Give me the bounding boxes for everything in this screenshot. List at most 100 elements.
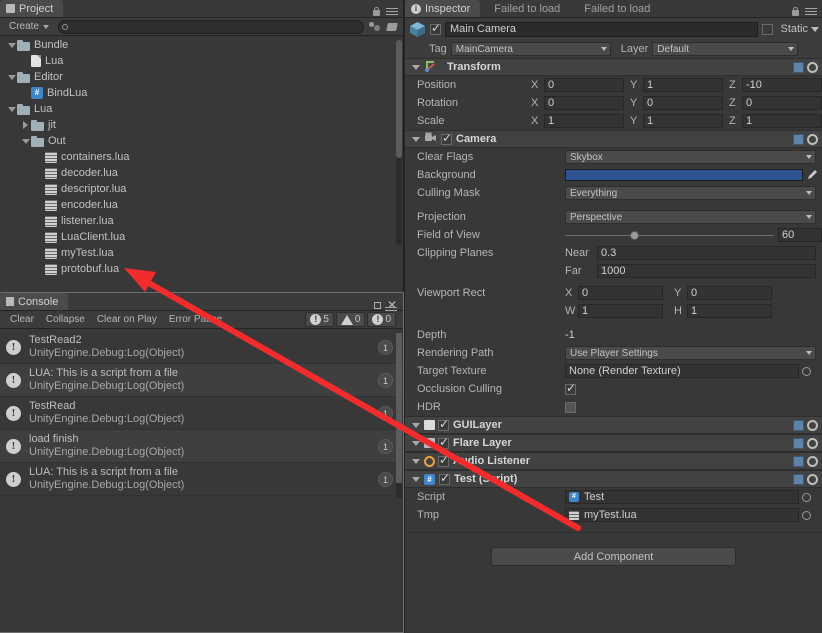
gear-icon[interactable] (807, 133, 818, 145)
component-enabled-checkbox[interactable] (438, 454, 449, 467)
gear-icon[interactable] (807, 419, 818, 431)
object-picker-icon[interactable] (802, 492, 811, 502)
test-script-component-header[interactable]: # Test (Script) (405, 470, 822, 488)
favorite-icon[interactable] (367, 20, 382, 34)
background-color-swatch[interactable] (565, 169, 803, 181)
foldout-arrow-icon[interactable] (7, 106, 16, 112)
depth-field[interactable]: -1 (565, 329, 575, 341)
hamburger-menu-icon[interactable] (386, 6, 398, 17)
project-tree[interactable]: Bundle Lua Editor # BindLua Lua jit Out … (0, 37, 403, 292)
projection-dropdown[interactable]: Perspective (565, 210, 816, 224)
component-enabled-checkbox[interactable] (438, 418, 449, 431)
chevron-down-icon[interactable] (811, 26, 819, 32)
tab-project[interactable]: Project (0, 0, 64, 17)
eyedropper-icon[interactable] (807, 168, 819, 183)
far-field[interactable]: 1000 (597, 264, 816, 278)
tab-inspector[interactable]: i Inspector (405, 0, 481, 17)
project-tree-item[interactable]: encoder.lua (0, 197, 403, 213)
console-scrollbar[interactable] (396, 333, 402, 498)
project-tree-item[interactable]: LuaClient.lua (0, 229, 403, 245)
static-checkbox[interactable] (762, 23, 774, 35)
transform-x-field[interactable]: 1 (544, 114, 624, 128)
console-log-entry[interactable]: ! load finish UnityEngine.Debug:Log(Obje… (0, 430, 403, 463)
viewport-h-field[interactable]: 1 (687, 304, 772, 318)
reference-icon[interactable] (793, 133, 804, 145)
foldout-arrow-icon[interactable] (412, 458, 420, 464)
transform-z-field[interactable]: -10 (742, 78, 822, 92)
target-texture-field[interactable]: None (Render Texture) (565, 364, 799, 378)
lock-icon[interactable] (791, 7, 800, 16)
clear-flags-dropdown[interactable]: Skybox (565, 150, 816, 164)
gear-icon[interactable] (807, 437, 818, 449)
reference-icon[interactable] (793, 455, 804, 467)
lock-icon[interactable] (372, 7, 381, 16)
reference-icon[interactable] (793, 437, 804, 449)
layer-dropdown[interactable]: Default (652, 42, 799, 56)
component-header[interactable]: Flare Layer (405, 434, 822, 452)
component-header[interactable]: GUILayer (405, 416, 822, 434)
console-log-entry[interactable]: ! LUA: This is a script from a file Unit… (0, 463, 403, 496)
camera-component-header[interactable]: Camera (405, 130, 822, 148)
culling-mask-dropdown[interactable]: Everything (565, 186, 816, 200)
create-button[interactable]: Create (3, 19, 55, 34)
project-tree-item[interactable]: myTest.lua (0, 245, 403, 261)
tmp-field[interactable]: myTest.lua (565, 508, 799, 522)
transform-z-field[interactable]: 1 (742, 114, 822, 128)
project-tree-item[interactable]: Bundle (0, 37, 403, 53)
transform-x-field[interactable]: 0 (544, 96, 624, 110)
test-script-enabled-checkbox[interactable] (439, 472, 450, 485)
reference-icon[interactable] (793, 419, 804, 431)
project-tree-item[interactable]: protobuf.lua (0, 261, 403, 277)
gear-icon[interactable] (807, 61, 818, 73)
component-enabled-checkbox[interactable] (438, 436, 449, 449)
transform-x-field[interactable]: 0 (544, 78, 624, 92)
console-log-entry[interactable]: ! TestRead UnityEngine.Debug:Log(Object)… (0, 397, 403, 430)
project-tree-item[interactable]: Editor (0, 69, 403, 85)
label-icon[interactable] (385, 20, 400, 34)
near-field[interactable]: 0.3 (597, 246, 816, 260)
project-tree-item[interactable]: Out (0, 133, 403, 149)
gameobject-enabled-checkbox[interactable] (430, 22, 441, 35)
project-tree-item[interactable]: decoder.lua (0, 165, 403, 181)
foldout-arrow-icon[interactable] (412, 136, 420, 142)
static-toggle-group[interactable]: Static (762, 23, 822, 35)
foldout-arrow-icon[interactable] (412, 422, 420, 428)
fov-slider[interactable] (565, 228, 774, 242)
foldout-arrow-icon[interactable] (7, 42, 16, 48)
clear-button[interactable]: Clear (4, 312, 40, 327)
error-count-badge[interactable]: ! 0 (367, 312, 396, 327)
info-count-badge[interactable]: ! 5 (305, 312, 334, 327)
clear-on-play-button[interactable]: Clear on Play (91, 312, 163, 327)
viewport-w-field[interactable]: 1 (578, 304, 663, 318)
transform-y-field[interactable]: 0 (643, 96, 723, 110)
foldout-arrow-icon[interactable] (412, 476, 420, 482)
transform-y-field[interactable]: 1 (643, 78, 723, 92)
script-field[interactable]: # Test (565, 490, 799, 504)
transform-component-header[interactable]: Transform (405, 58, 822, 76)
console-log-list[interactable]: ! TestRead2 UnityEngine.Debug:Log(Object… (0, 331, 403, 632)
reference-icon[interactable] (793, 473, 804, 485)
component-header[interactable]: Audio Listener (405, 452, 822, 470)
gear-icon[interactable] (807, 473, 818, 485)
reference-icon[interactable] (793, 61, 804, 73)
viewport-x-field[interactable]: 0 (578, 286, 663, 300)
project-tree-item[interactable]: containers.lua (0, 149, 403, 165)
object-picker-icon[interactable] (802, 510, 811, 520)
error-pause-button[interactable]: Error Pause (163, 312, 228, 327)
camera-enabled-checkbox[interactable] (441, 132, 452, 145)
transform-y-field[interactable]: 1 (643, 114, 723, 128)
collapse-button[interactable]: Collapse (40, 312, 91, 327)
project-tree-item[interactable]: Lua (0, 53, 403, 69)
project-tree-item[interactable]: jit (0, 117, 403, 133)
tab-failed-to-load-1[interactable]: Failed to load (488, 0, 570, 17)
tag-dropdown[interactable]: MainCamera (450, 42, 611, 56)
hdr-checkbox[interactable] (565, 401, 576, 413)
project-tree-item[interactable]: Lua (0, 101, 403, 117)
transform-z-field[interactable]: 0 (742, 96, 822, 110)
occlusion-culling-checkbox[interactable] (565, 382, 576, 395)
tab-failed-to-load-2[interactable]: Failed to load (578, 0, 660, 17)
gameobject-name-field[interactable]: Main Camera (445, 21, 759, 37)
search-input[interactable] (58, 19, 364, 34)
maximize-icon[interactable] (373, 301, 381, 309)
project-tree-item[interactable]: listener.lua (0, 213, 403, 229)
